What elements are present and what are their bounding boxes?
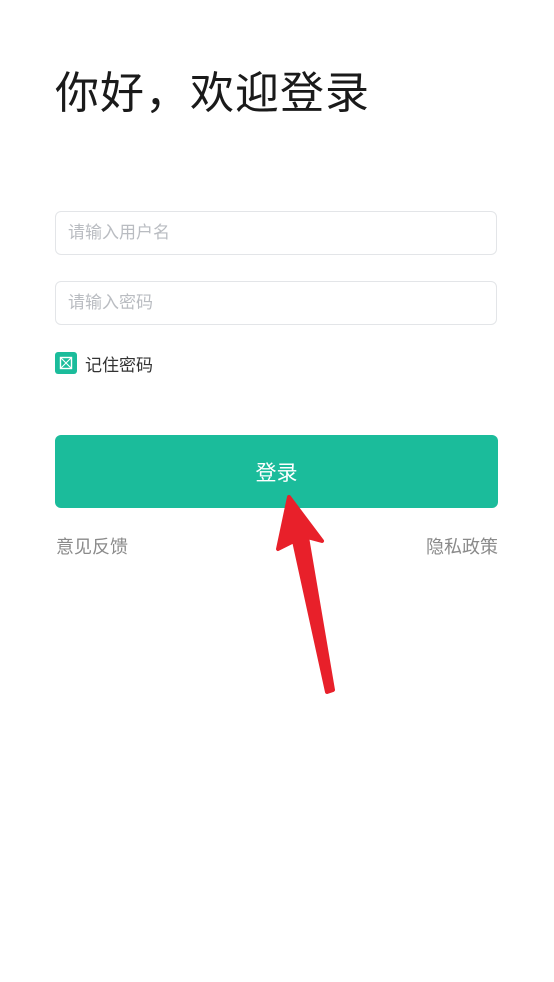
remember-password-label: 记住密码: [85, 355, 153, 376]
privacy-policy-link[interactable]: 隐私政策: [426, 533, 498, 559]
password-field-container: [55, 281, 497, 325]
feedback-link[interactable]: 意见反馈: [56, 533, 128, 559]
login-screen: 你好，欢迎登录 记住密码 登录 意见反馈 隐私政策: [0, 0, 554, 982]
remember-password-checkbox[interactable]: [55, 352, 77, 374]
remember-password[interactable]: 记住密码: [55, 351, 153, 376]
checkbox-checked-icon: [59, 356, 73, 370]
password-input[interactable]: [56, 282, 496, 324]
username-input[interactable]: [56, 212, 496, 254]
page-title: 你好，欢迎登录: [55, 68, 370, 119]
username-field-container: [55, 211, 497, 255]
login-button[interactable]: 登录: [55, 435, 498, 508]
